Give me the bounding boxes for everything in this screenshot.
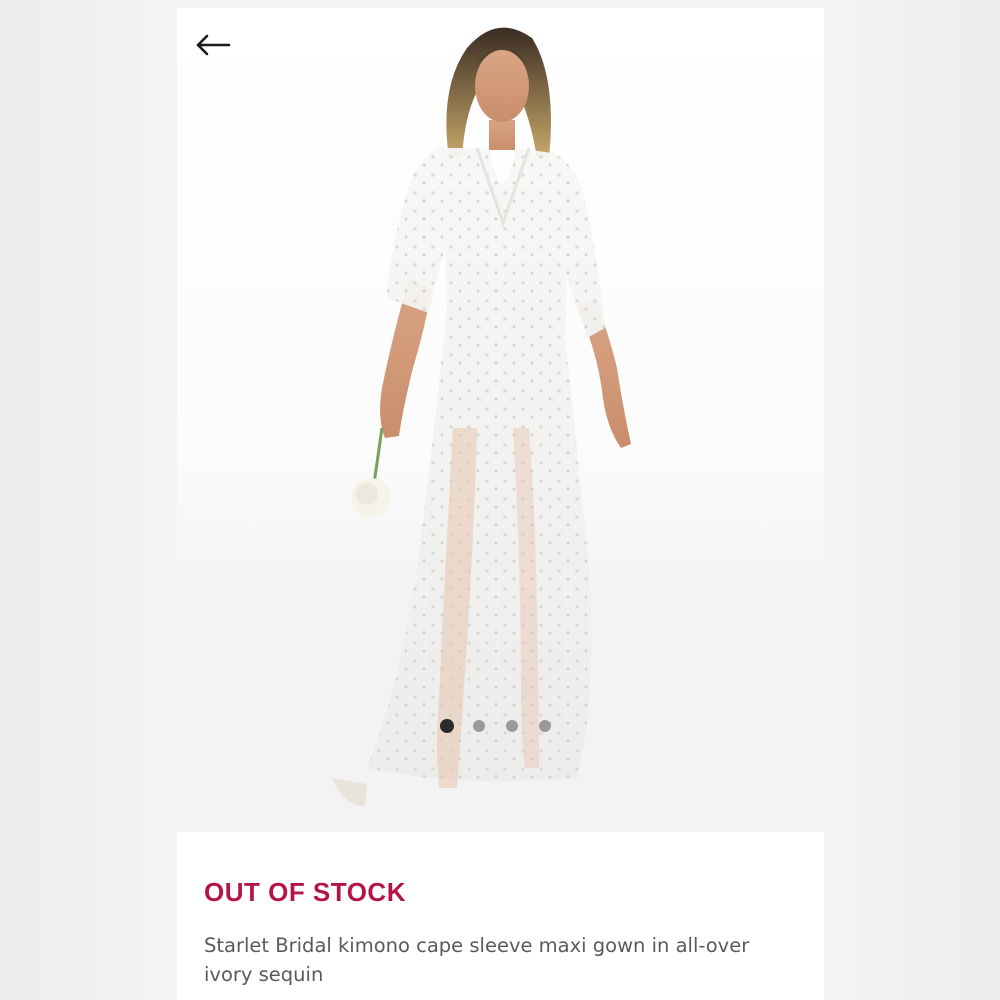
screen-frame: OUT OF STOCK Starlet Bridal kimono cape … [0, 0, 1000, 1000]
carousel-dot-2[interactable] [473, 720, 485, 732]
carousel-dot-1[interactable] [440, 719, 454, 733]
carousel-dot-3[interactable] [506, 720, 518, 732]
model-photo-illustration [177, 27, 824, 832]
back-button[interactable] [195, 34, 239, 68]
product-title: Starlet Bridal kimono cape sleeve maxi g… [204, 934, 750, 986]
carousel-indicator [440, 719, 572, 733]
arrow-left-icon [196, 34, 231, 56]
product-info: OUT OF STOCK Starlet Bridal kimono cape … [177, 832, 824, 1000]
product-image[interactable] [177, 8, 824, 832]
carousel-dot-4[interactable] [539, 720, 551, 732]
stock-status-label: OUT OF STOCK [204, 877, 406, 907]
product-card: OUT OF STOCK Starlet Bridal kimono cape … [177, 8, 824, 1000]
